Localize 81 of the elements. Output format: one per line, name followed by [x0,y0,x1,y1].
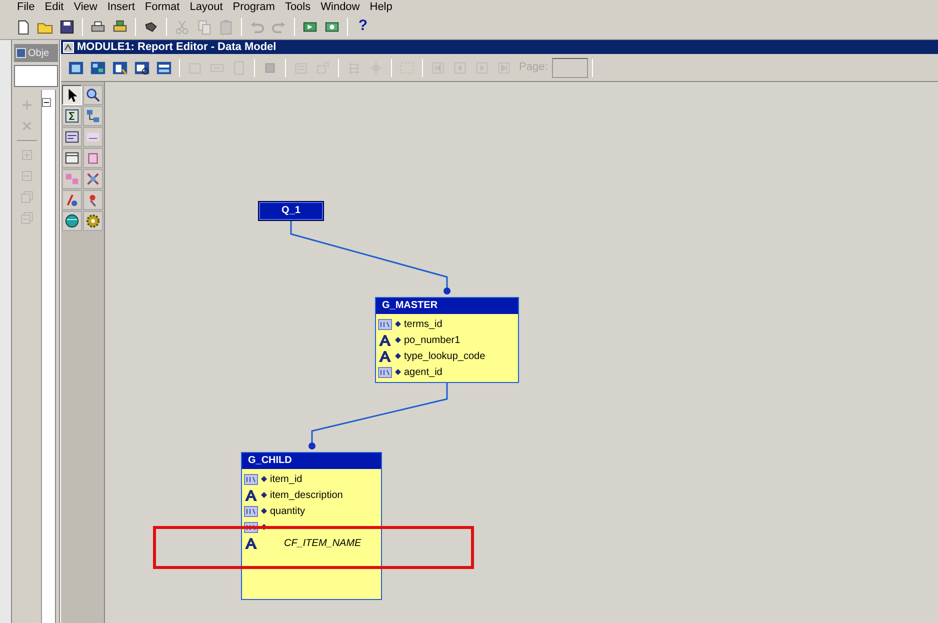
view-icon [156,60,172,76]
menu-item[interactable]: Program [228,0,280,14]
matrix-tool[interactable] [83,169,103,189]
clipboard-icon [218,18,234,34]
number-type-icon [378,318,392,330]
table-tool[interactable] [62,148,82,168]
gear-tool[interactable] [83,211,103,231]
window-icon [16,48,26,58]
query-node[interactable]: Q_1 [259,202,323,220]
column-name[interactable]: agent_id [404,364,442,380]
table-icon [64,150,80,166]
last-page-icon [496,60,512,76]
character-type-icon [378,334,392,346]
data-link-icon [85,108,101,124]
query-icon [64,129,80,145]
menu-item[interactable]: Window [316,0,365,14]
expand-all-icon [20,190,34,204]
view-icon [112,60,128,76]
group-title: G_CHILD [242,453,381,469]
ref-cursor-tool[interactable] [83,148,103,168]
formula-column-icon [64,192,80,208]
collapse-all-icon [20,211,34,225]
printer-icon [90,18,106,34]
group-node[interactable]: G_CHILD item_id item_description quantity CF_ITEM_NAME [241,452,382,600]
column-name[interactable]: type_lookup_code [404,348,486,364]
column-name[interactable]: terms_id [404,316,442,332]
plus-icon [20,98,34,112]
window-icon [63,42,74,52]
menu-item[interactable]: View [68,0,102,14]
printer-icon [112,18,128,34]
summary-icon [64,108,80,124]
placeholder-column-tool[interactable] [83,190,103,210]
window-title: MODULE1: Report Editor - Data Model [77,40,276,55]
formula-column-tool[interactable] [62,190,82,210]
view-icon [90,60,106,76]
snap-icon [368,60,384,76]
view-icon [68,60,84,76]
menu-item[interactable]: File [12,0,40,14]
character-type-icon [244,490,258,500]
summary-tool[interactable] [62,106,82,126]
pointer-tool[interactable] [62,85,82,105]
magnifier-icon [85,87,101,103]
character-type-icon [378,350,392,362]
matrix-icon [85,171,101,187]
number-type-icon [244,474,258,484]
gear-icon [85,213,101,229]
globe-icon [64,213,80,229]
magnifier-tool[interactable] [83,85,103,105]
menu-item[interactable]: Edit [40,0,69,14]
group-title: G_MASTER [376,298,518,314]
menu-item[interactable]: Insert [102,0,140,14]
next-page-icon [474,60,490,76]
collapse-icon [20,169,34,183]
column-name[interactable]: po_number1 [404,332,460,348]
copy-icon [196,18,212,34]
column-name[interactable]: quantity [270,504,306,518]
scissors-icon [174,18,190,34]
view-icon [134,60,150,76]
page-field[interactable] [552,58,588,78]
globe-tool[interactable] [62,211,82,231]
query-tool[interactable] [62,127,82,147]
menu-item[interactable]: Help [364,0,398,14]
number-type-icon [378,366,392,378]
group-icon [399,60,415,76]
column-name[interactable]: item_id [270,472,302,486]
group-node[interactable]: G_MASTER terms_id po_number1 type_lookup_code agent_id [375,297,519,383]
character-type-icon [244,538,258,548]
number-type-icon [244,506,258,516]
previous-page-icon [452,60,468,76]
first-page-icon [430,60,446,76]
collapse-icon[interactable] [42,98,51,107]
help-button[interactable]: ? [352,16,374,38]
menu-item[interactable]: Format [140,0,185,14]
menu-item[interactable]: Layout [184,0,228,14]
search-field[interactable] [14,65,58,87]
expand-icon [20,148,34,162]
size-icon [315,60,331,76]
menu-item[interactable]: Tools [280,0,316,14]
column-name[interactable]: CF_ITEM_NAME [284,536,362,550]
cross-product-icon [64,171,80,187]
column-name[interactable]: item_description [270,488,343,502]
